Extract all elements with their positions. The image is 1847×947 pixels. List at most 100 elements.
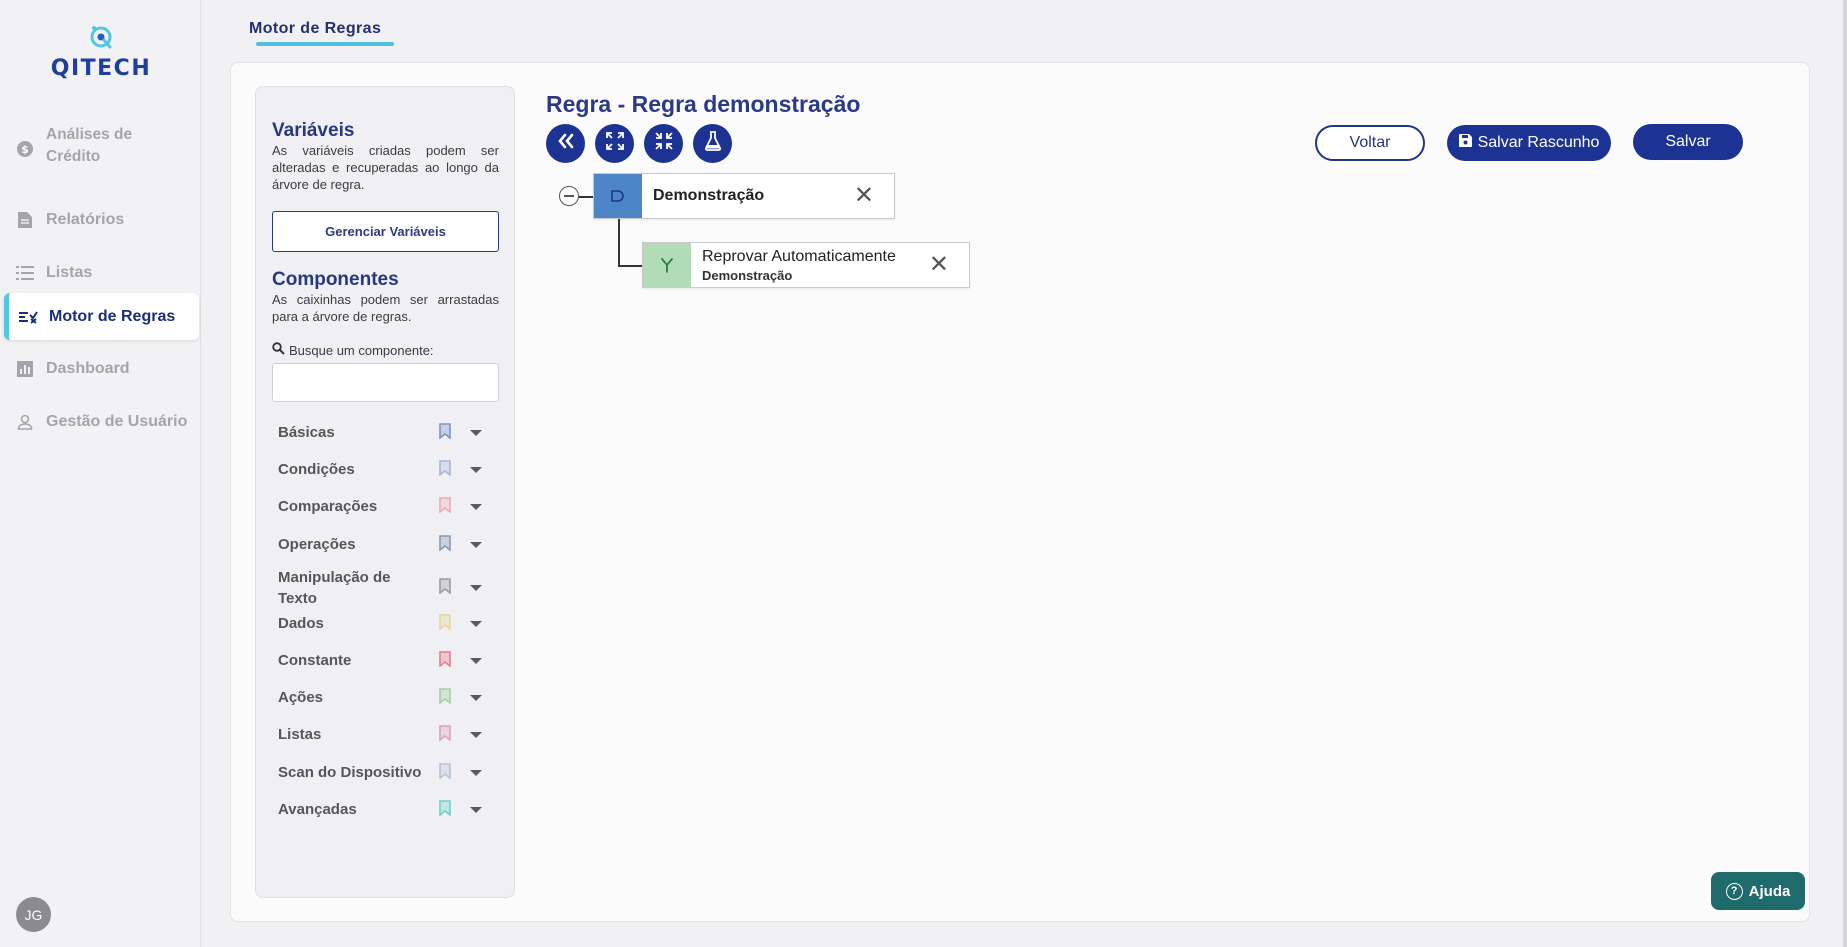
category-2[interactable]: Comparações — [278, 496, 498, 517]
category-3[interactable]: Operações — [278, 534, 498, 555]
category-label: Listas — [278, 726, 322, 743]
chevron-down-icon[interactable] — [470, 694, 482, 701]
fork-icon — [643, 243, 691, 287]
test-rule-button[interactable] — [693, 124, 732, 163]
sidebar-item-dashboard[interactable]: Dashboard — [4, 346, 199, 392]
save-button[interactable]: Salvar — [1633, 124, 1743, 160]
user-icon — [14, 411, 36, 433]
category-label: Básicas — [278, 424, 335, 441]
sidebar-item-label: Dashboard — [46, 360, 130, 377]
category-1[interactable]: Condições — [278, 459, 498, 480]
sidebar-item-listas[interactable]: Listas — [4, 250, 199, 296]
active-tab-indicator — [256, 42, 394, 46]
category-8[interactable]: Listas — [278, 724, 498, 745]
category-0[interactable]: Básicas — [278, 422, 498, 443]
category-5[interactable]: Dados — [278, 613, 498, 634]
document-icon — [14, 209, 36, 231]
category-label: Operações — [278, 536, 356, 553]
chevron-down-icon[interactable] — [470, 620, 482, 627]
bookmark-icon — [438, 613, 452, 634]
sidebar-item-label: Listas — [46, 264, 93, 281]
chevron-down-icon[interactable] — [470, 466, 482, 473]
bookmark-icon — [438, 724, 452, 745]
expand-all-button[interactable] — [595, 124, 634, 163]
category-label: Dados — [278, 615, 324, 632]
chevron-down-icon[interactable] — [470, 585, 482, 591]
components-title: Componentes — [272, 269, 399, 290]
chevron-down-icon[interactable] — [470, 769, 482, 776]
save-draft-button[interactable]: Salvar Rascunho — [1447, 125, 1611, 161]
collapse-all-button[interactable] — [644, 124, 683, 163]
category-4[interactable]: Manipulação de Texto — [278, 567, 498, 609]
avatar[interactable]: JG — [16, 897, 51, 932]
rule-node-root[interactable]: Demonstração ✕ — [593, 173, 895, 219]
svg-text:$: $ — [21, 143, 29, 156]
gate-icon — [594, 174, 642, 218]
category-10[interactable]: Avançadas — [278, 799, 498, 820]
collapse-icon — [654, 131, 674, 156]
components-description: As caixinhas podem ser arrastadas para a… — [272, 292, 499, 324]
chevron-down-icon[interactable] — [470, 541, 482, 548]
variables-description: As variáveis criadas podem ser alteradas… — [272, 143, 499, 192]
category-label: Condições — [278, 461, 355, 478]
help-button[interactable]: ? Ajuda — [1711, 872, 1805, 910]
main-card: Variáveis As variáveis criadas podem ser… — [230, 62, 1810, 922]
sidebar-item-label: Gestão de Usuário — [46, 413, 188, 430]
search-label: Busque um componente: — [272, 342, 434, 358]
category-label: Comparações — [278, 498, 378, 515]
bookmark-icon — [438, 578, 452, 598]
page-scrollbar[interactable] — [1843, 0, 1847, 947]
bookmark-icon — [438, 687, 452, 708]
sidebar-item-gestao-usuario[interactable]: Gestão de Usuário — [4, 399, 199, 445]
sidebar-item-label: Motor de Regras — [49, 307, 176, 325]
search-icon — [272, 342, 285, 358]
logo-text: QITECH — [50, 56, 152, 81]
save-draft-label: Salvar Rascunho — [1477, 134, 1600, 151]
node-title: Demonstração — [653, 187, 765, 204]
bookmark-icon — [438, 799, 452, 820]
component-search-input[interactable] — [272, 363, 499, 402]
chevron-down-icon[interactable] — [470, 657, 482, 664]
manage-variables-button[interactable]: Gerenciar Variáveis — [272, 211, 499, 252]
rule-node-child[interactable]: Reprovar Automaticamente Demonstração ✕ — [642, 242, 970, 288]
components-panel: Variáveis As variáveis criadas podem ser… — [255, 86, 515, 898]
chevron-down-icon[interactable] — [470, 503, 482, 510]
chevron-down-icon[interactable] — [470, 429, 482, 436]
double-chevron-left-icon — [557, 133, 575, 154]
close-icon[interactable]: ✕ — [929, 253, 949, 277]
bookmark-icon — [438, 534, 452, 555]
tab-motor-de-regras[interactable]: Motor de Regras — [249, 20, 381, 38]
sidebar-item-relatorios[interactable]: Relatórios — [4, 197, 199, 243]
rule-title: Regra - Regra demonstração — [546, 91, 861, 117]
sidebar-item-motor-de-regras[interactable]: Motor de Regras — [4, 293, 199, 340]
back-button[interactable]: Voltar — [1315, 125, 1425, 161]
chevron-down-icon[interactable] — [470, 731, 482, 738]
tree-connector — [618, 219, 620, 266]
collapse-panel-button[interactable] — [546, 124, 585, 163]
category-label: Avançadas — [278, 801, 357, 818]
question-icon: ? — [1725, 882, 1743, 900]
tree-connector — [579, 196, 594, 198]
sidebar: QITECH $ Análises de Crédito Relatórios … — [0, 0, 201, 947]
list-icon — [14, 262, 36, 284]
tree-connector — [618, 265, 642, 267]
variables-title: Variáveis — [272, 120, 355, 141]
close-icon[interactable]: ✕ — [854, 184, 874, 208]
bookmark-icon — [438, 459, 452, 480]
category-label: Constante — [278, 652, 352, 669]
category-6[interactable]: Constante — [278, 650, 498, 671]
chevron-down-icon[interactable] — [470, 806, 482, 813]
help-label: Ajuda — [1748, 882, 1791, 900]
flask-icon — [704, 131, 722, 156]
bookmark-icon — [438, 496, 452, 517]
top-tabs: Motor de Regras — [201, 0, 1847, 60]
node-title: Reprovar Automaticamente — [702, 247, 896, 265]
qitech-logo[interactable]: QITECH — [46, 24, 156, 84]
category-7[interactable]: Ações — [278, 687, 498, 708]
bookmark-icon — [438, 650, 452, 671]
sidebar-item-analises-credito[interactable]: $ Análises de Crédito — [4, 124, 199, 170]
sidebar-item-label: Relatórios — [46, 211, 125, 228]
bookmark-icon — [438, 422, 452, 443]
collapse-node-toggle[interactable] — [559, 186, 579, 206]
category-9[interactable]: Scan do Dispositivo — [278, 762, 498, 783]
